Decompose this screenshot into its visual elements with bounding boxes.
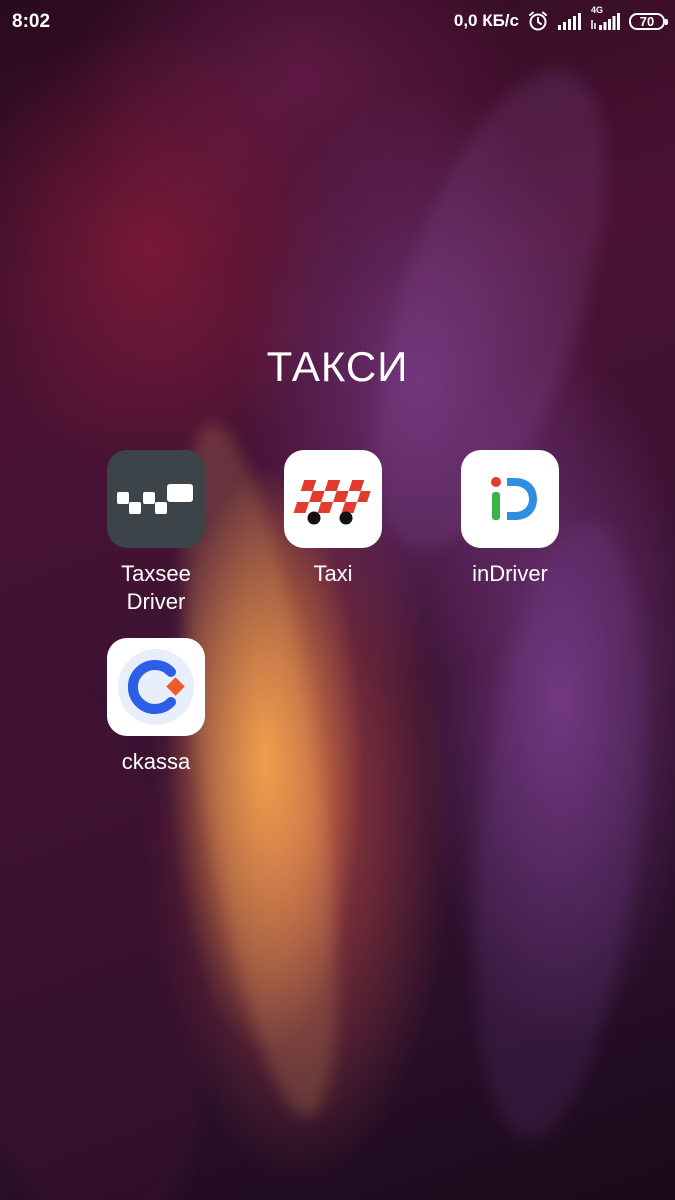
indriver-icon[interactable] [461, 450, 559, 548]
app-taxi[interactable]: Taxi [258, 450, 408, 588]
signal-4g-icon: 4G [591, 5, 621, 31]
battery-level: 70 [639, 13, 655, 29]
app-ckassa[interactable]: ckassa [81, 638, 231, 776]
alarm-icon [527, 10, 549, 32]
status-indicators: 0,0 КБ/с 4G 70 [453, 5, 668, 32]
folder-title[interactable]: ТАКСИ [0, 343, 675, 391]
app-label: inDriver [472, 561, 548, 586]
app-indriver[interactable]: inDriver [435, 450, 585, 588]
app-label: ckassa [121, 749, 191, 774]
taxsee-driver-icon[interactable] [107, 450, 205, 548]
app-label: Taxsee Driver [121, 561, 191, 614]
app-taxsee-driver[interactable]: Taxsee Driver [81, 450, 231, 616]
battery-icon: 70 [629, 12, 668, 30]
taxi-icon[interactable] [284, 450, 382, 548]
signal-icon [557, 11, 583, 31]
ckassa-icon[interactable] [107, 638, 205, 736]
network-type: 4G [591, 5, 604, 15]
status-bar: 8:02 0,0 КБ/с 4G 70 [0, 0, 675, 44]
wallpaper-wave [448, 513, 672, 1147]
app-label: Taxi [313, 561, 353, 586]
status-time: 8:02 [12, 11, 51, 32]
network-speed: 0,0 КБ/с [453, 11, 519, 30]
home-screen: 8:02 0,0 КБ/с 4G 70 ТАКСИ Taxsee Driver … [0, 0, 675, 1200]
